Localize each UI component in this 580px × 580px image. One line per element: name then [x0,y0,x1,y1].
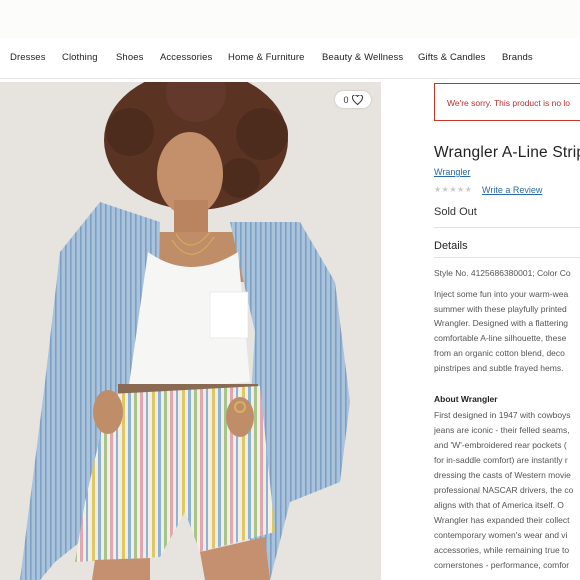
divider [434,227,580,228]
product-description: Inject some fun into your warm-wea summe… [434,287,580,375]
nav-item-home-furniture[interactable]: Home & Furniture [228,52,305,63]
product-photo[interactable] [0,82,381,580]
nav-item-shoes[interactable]: Shoes [116,52,143,63]
stock-status: Sold Out [434,206,477,218]
about-line: First designed in 1947 with cowboys [434,410,571,420]
about-brand-heading: About Wrangler [434,394,498,404]
description-line: from an organic cotton blend, deco [434,347,565,358]
description-line: Wrangler. Designed with a flattering [434,318,569,329]
unavailable-alert: We're sorry. This product is no lo [434,83,580,121]
product-photo-illustration [0,82,381,580]
nav-item-dresses[interactable]: Dresses [10,52,46,63]
description-line: summer with these playfully printed [434,303,567,314]
details-heading[interactable]: Details [434,240,468,252]
description-line: comfortable A-line silhouette, these [434,333,567,344]
about-line: for in-saddle comfort) are instantly r [434,455,568,465]
heart-icon [351,94,363,105]
nav-item-beauty-wellness[interactable]: Beauty & Wellness [322,52,403,63]
write-review-link[interactable]: Write a Review [482,185,542,195]
favorite-count: 0 [343,94,349,105]
about-brand-text: First designed in 1947 with cowboys jean… [434,408,580,573]
rating-stars: ★★★★★ [434,185,473,194]
about-line: accessories, while remaining true to [434,545,570,555]
top-banner-strip [0,0,580,39]
nav-item-accessories[interactable]: Accessories [160,52,212,63]
nav-item-gifts-candles[interactable]: Gifts & Candles [418,52,486,63]
about-line: and 'W'-embroidered rear pockets ( [434,440,567,450]
about-line: cornerstones - performance, comfor [434,560,570,570]
description-line: pinstripes and subtle frayed hems. [434,362,564,373]
product-title: Wrangler A-Line Strip [434,144,580,161]
about-line: Wrangler has expanded their collect [434,515,570,525]
brand-link[interactable]: Wrangler [434,167,470,177]
nav-item-clothing[interactable]: Clothing [62,52,98,63]
style-number: Style No. 4125686380001; Color Co [434,268,571,278]
description-line: Inject some fun into your warm-wea [434,289,569,299]
about-line: contemporary women's wear and vi [434,530,568,540]
about-line: aligns with that of America itself. O [434,500,564,510]
about-line: dressing the casts of Western movie [434,470,571,480]
divider [434,257,580,258]
about-line: jeans are iconic - their felled seams, [434,425,570,435]
category-nav: Dresses Clothing Shoes Accessories Home … [0,38,580,79]
about-line: professional NASCAR drivers, the co [434,485,574,495]
favorite-button[interactable]: 0 [335,91,371,108]
nav-item-brands[interactable]: Brands [502,52,533,63]
